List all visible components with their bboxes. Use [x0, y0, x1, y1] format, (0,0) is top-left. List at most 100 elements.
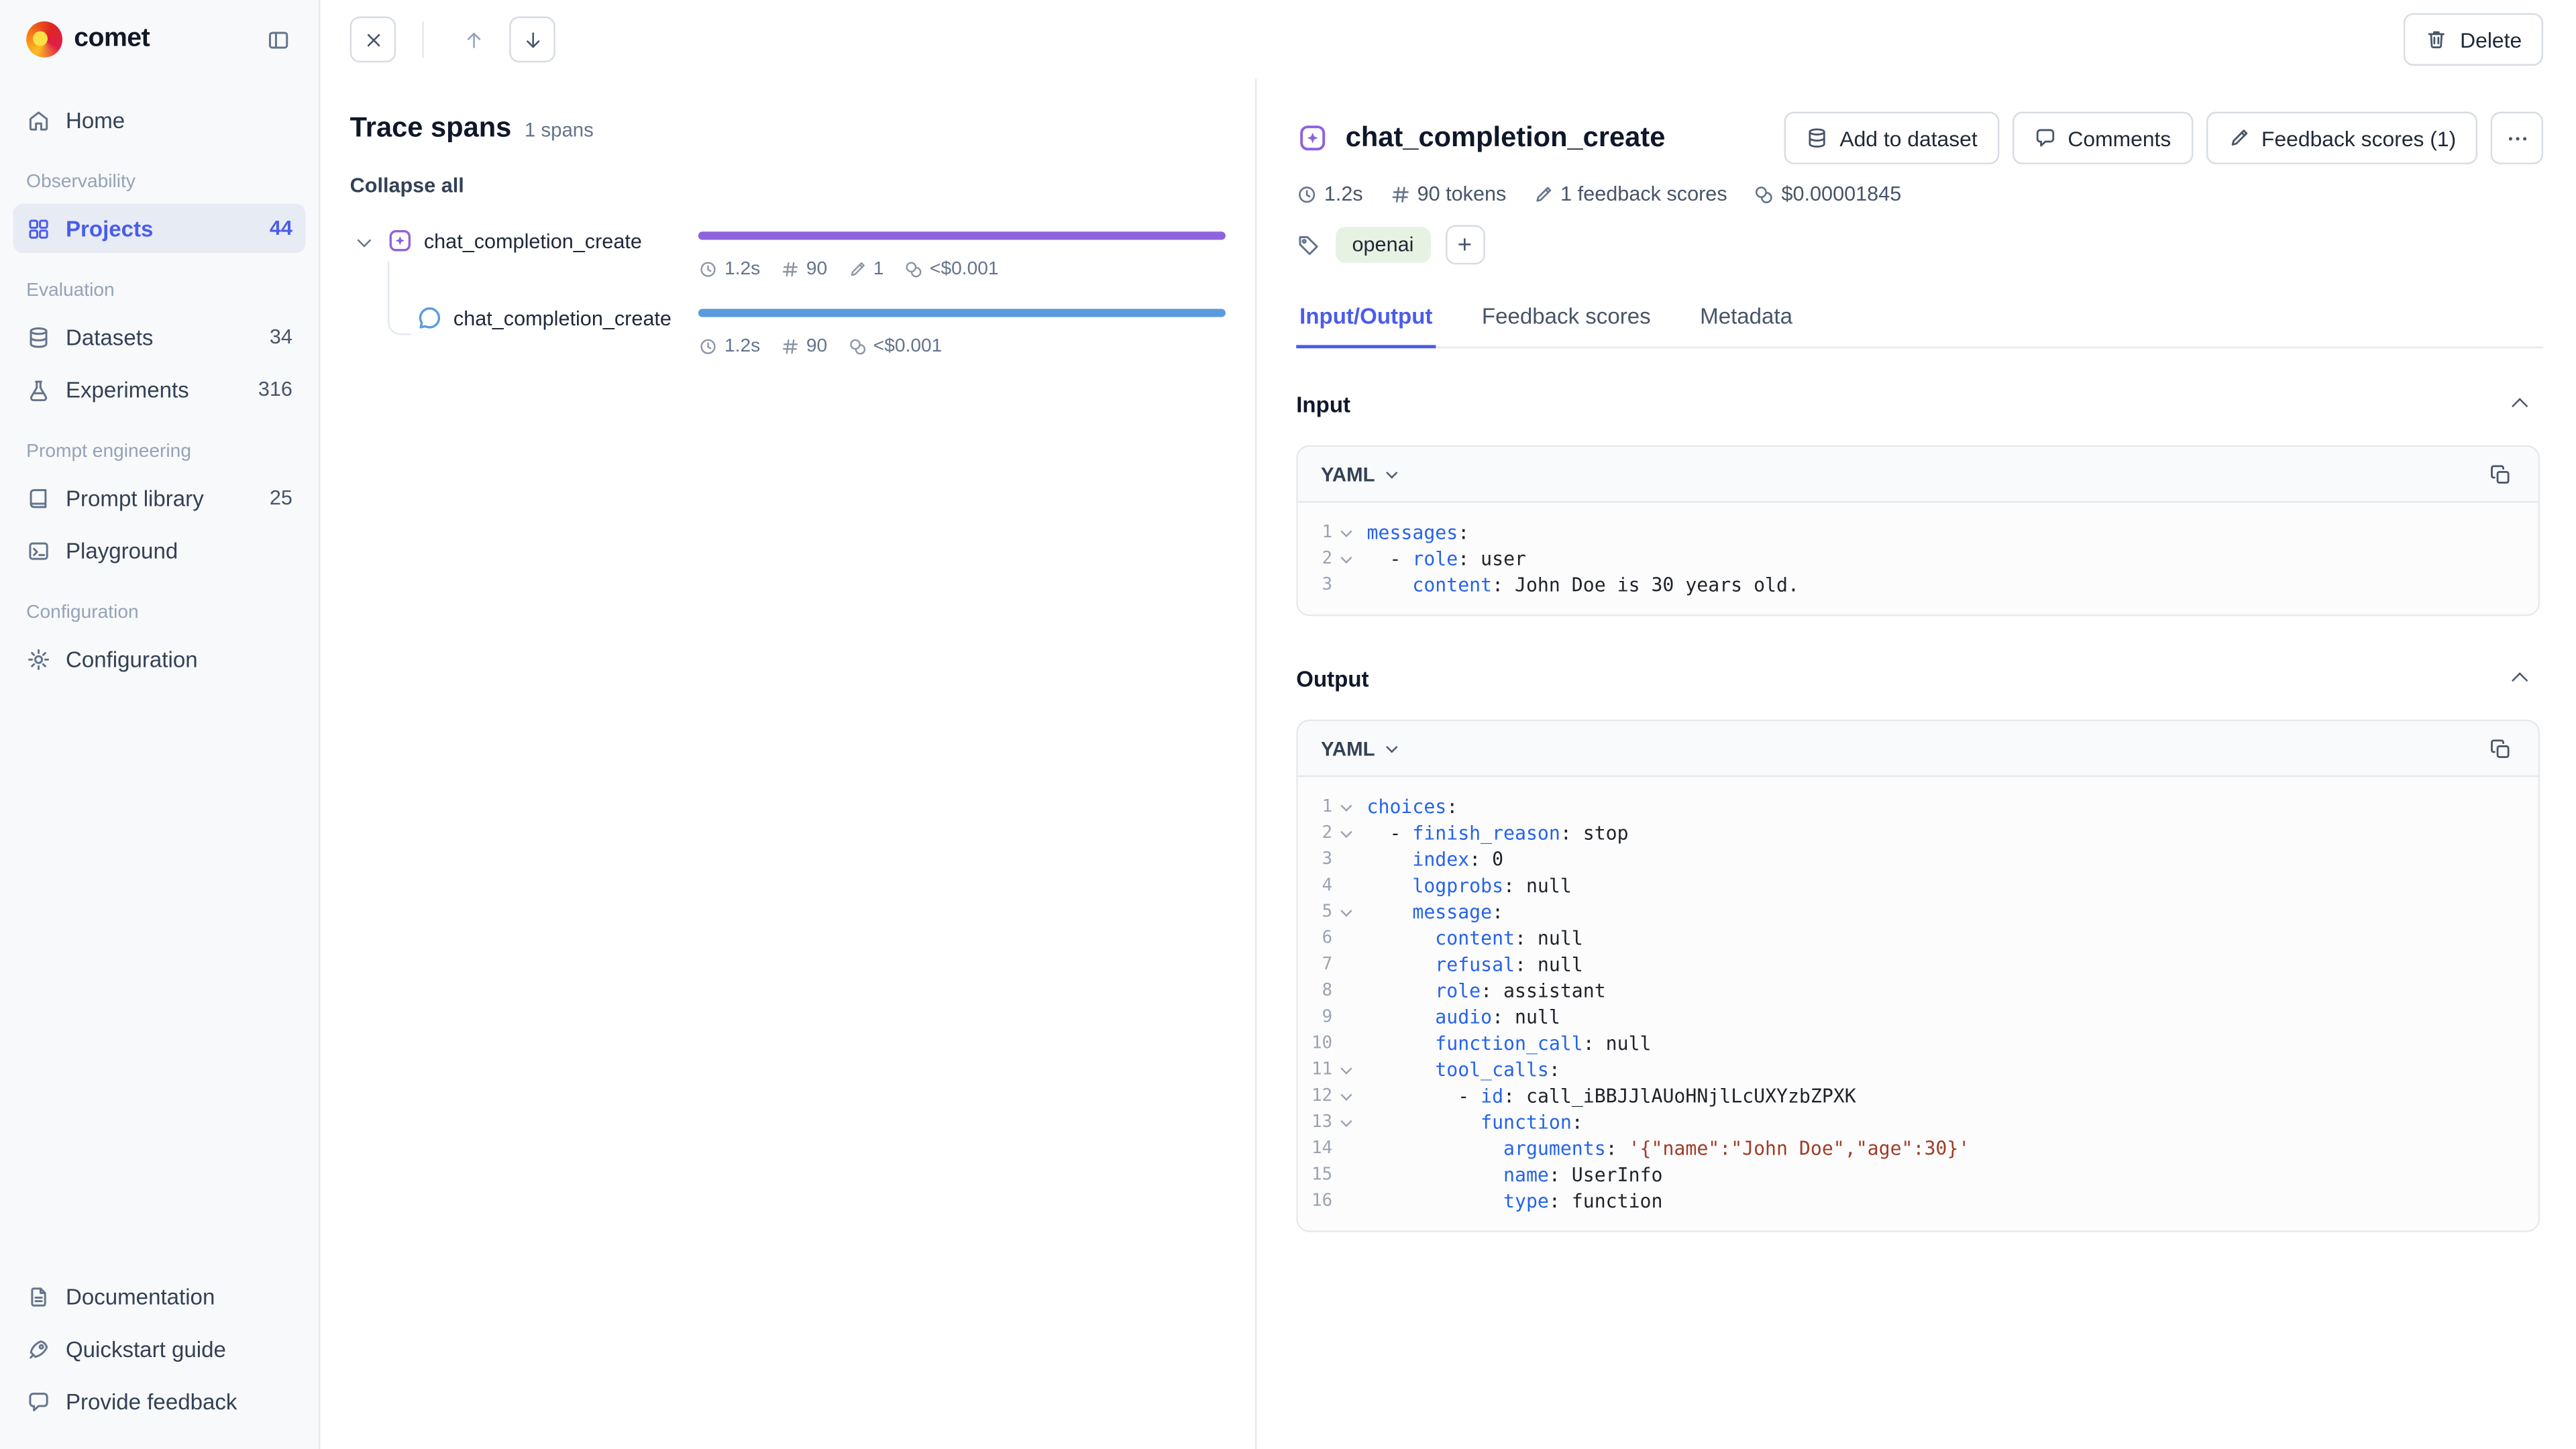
copy-button[interactable]	[2479, 727, 2522, 770]
trace-spans-title: Trace spans	[350, 112, 512, 145]
add-tag-button[interactable]: +	[1445, 225, 1485, 265]
tab-input-output[interactable]: Input/Output	[1296, 290, 1436, 348]
span-list: chat_completion_create1.2s901<$0.001chat…	[350, 213, 1226, 368]
line-number: 5	[1322, 899, 1332, 925]
section-collapse-button[interactable]	[2500, 659, 2540, 698]
span-stat-pencil: 1	[847, 260, 884, 279]
brand[interactable]: comet	[26, 21, 150, 58]
fold-chevron[interactable]	[1339, 1116, 1352, 1129]
fold-chevron[interactable]	[1339, 905, 1352, 918]
arrow-down-icon	[522, 29, 543, 50]
line-number: 14	[1311, 1135, 1332, 1161]
line-number: 10	[1311, 1030, 1332, 1057]
format-select[interactable]: YAML	[1321, 462, 1395, 485]
playground-icon	[26, 538, 51, 563]
code-line: 13 function:	[1307, 1109, 2518, 1135]
sidebar-item-playground[interactable]: Playground	[13, 526, 306, 575]
stat-text: 1.2s	[724, 260, 760, 279]
fold-chevron[interactable]	[1339, 1063, 1352, 1076]
code-line: 7 refusal: null	[1307, 951, 2518, 977]
sidebar-item-datasets[interactable]: Datasets34	[13, 312, 306, 361]
trace-stats: 1.2s90 tokens1 feedback scores$0.0000184…	[1296, 182, 2543, 205]
span-stats: 1.2s90<$0.001	[698, 337, 1226, 356]
line-number: 7	[1322, 951, 1332, 977]
tag-chip-openai[interactable]: openai	[1336, 227, 1430, 263]
fold-chevron[interactable]	[1339, 826, 1352, 840]
more-actions-button[interactable]	[2491, 112, 2543, 164]
panel-toggle-icon	[266, 27, 290, 52]
previous-trace-button[interactable]	[450, 16, 496, 62]
sidebar-item-count: 25	[270, 486, 292, 509]
delete-button[interactable]: Delete	[2404, 13, 2543, 66]
code-line: 5 message:	[1307, 899, 2518, 925]
configuration-icon	[26, 647, 51, 672]
section-title: Output	[1296, 666, 1368, 691]
format-select[interactable]: YAML	[1321, 737, 1395, 759]
fold-chevron[interactable]	[1339, 552, 1352, 566]
ellipsis-icon	[2504, 125, 2529, 150]
fold-chevron[interactable]	[1339, 526, 1352, 539]
code-text: tool_calls:	[1367, 1057, 1560, 1083]
llm-span-icon	[1296, 121, 1329, 154]
trace-detail-header: chat_completion_create Add to dataset Co…	[1296, 112, 2543, 164]
fold-spacer	[1339, 958, 1352, 971]
coins-icon	[904, 260, 923, 279]
span-name: chat_completion_create	[424, 230, 642, 253]
span-toggle-chevron[interactable]	[350, 228, 376, 254]
next-trace-button[interactable]	[509, 16, 555, 62]
comment-icon	[2033, 127, 2056, 150]
line-number: 16	[1311, 1188, 1332, 1214]
tab-metadata[interactable]: Metadata	[1697, 290, 1796, 348]
add-to-dataset-button[interactable]: Add to dataset	[1784, 112, 1998, 164]
fold-chevron[interactable]	[1339, 800, 1352, 814]
stat-text: 1.2s	[724, 337, 760, 356]
fold-spacer	[1339, 1142, 1352, 1155]
close-trace-button[interactable]	[350, 16, 396, 62]
sidebar-footer-quickstart-guide[interactable]: Quickstart guide	[13, 1324, 306, 1373]
trace-title: chat_completion_create	[1346, 121, 1666, 154]
sidebar-section-label: Observability	[13, 148, 306, 203]
sidebar-item-experiments[interactable]: Experiments316	[13, 365, 306, 414]
trace-span-row[interactable]: chat_completion_create1.2s90<$0.001	[350, 290, 1226, 368]
copy-button[interactable]	[2479, 453, 2522, 496]
trace-span-row[interactable]: chat_completion_create1.2s901<$0.001	[350, 213, 1226, 290]
code-line: 4 logprobs: null	[1307, 872, 2518, 898]
pencil-icon	[1533, 183, 1554, 205]
sidebar-item-configuration[interactable]: Configuration	[13, 634, 306, 683]
home-icon	[26, 107, 51, 132]
sidebar-item-prompt-library[interactable]: Prompt library25	[13, 473, 306, 522]
code-line: 16 type: function	[1307, 1188, 2518, 1214]
trash-icon	[2426, 28, 2449, 51]
sidebar-item-projects[interactable]: Projects44	[13, 204, 306, 253]
fold-chevron[interactable]	[1339, 1089, 1352, 1103]
line-number: 1	[1322, 794, 1332, 820]
line-number: 3	[1322, 846, 1332, 872]
fold-spacer	[1339, 1168, 1352, 1181]
sidebar-collapse-button[interactable]	[256, 18, 299, 61]
code-text: - finish_reason: stop	[1367, 820, 1629, 846]
sidebar-item-count: 34	[270, 325, 292, 348]
code-text: choices:	[1367, 794, 1458, 820]
brand-name: comet	[74, 25, 150, 54]
code-text: audio: null	[1367, 1004, 1560, 1030]
close-icon	[362, 29, 384, 50]
trace-stat-pencil: 1 feedback scores	[1533, 182, 1727, 205]
feedback-scores-button[interactable]: Feedback scores (1)	[2206, 112, 2477, 164]
sidebar-footer-documentation[interactable]: Documentation	[13, 1272, 306, 1321]
sidebar-item-home[interactable]: Home	[13, 95, 306, 144]
line-number: 1	[1322, 519, 1332, 545]
span-row-label: chat_completion_create	[350, 303, 698, 357]
sidebar-item-label: Home	[66, 107, 125, 132]
section-collapse-button[interactable]	[2500, 384, 2540, 424]
sidebar-section-label: Configuration	[13, 578, 306, 634]
sidebar-footer-provide-feedback[interactable]: Provide feedback	[13, 1377, 306, 1426]
tab-feedback-scores[interactable]: Feedback scores	[1479, 290, 1654, 348]
detail-tabs: Input/Output Feedback scores Metadata	[1296, 290, 2543, 348]
code-line: 3 content: John Doe is 30 years old.	[1307, 572, 2518, 598]
collapse-all-button[interactable]: Collapse all	[350, 174, 464, 197]
code-line: 11 tool_calls:	[1307, 1057, 2518, 1083]
code-line: 1 choices:	[1307, 794, 2518, 820]
comments-button[interactable]: Comments	[2012, 112, 2192, 164]
span-stat-hash: 90	[780, 337, 828, 356]
code-text: message:	[1367, 899, 1504, 925]
